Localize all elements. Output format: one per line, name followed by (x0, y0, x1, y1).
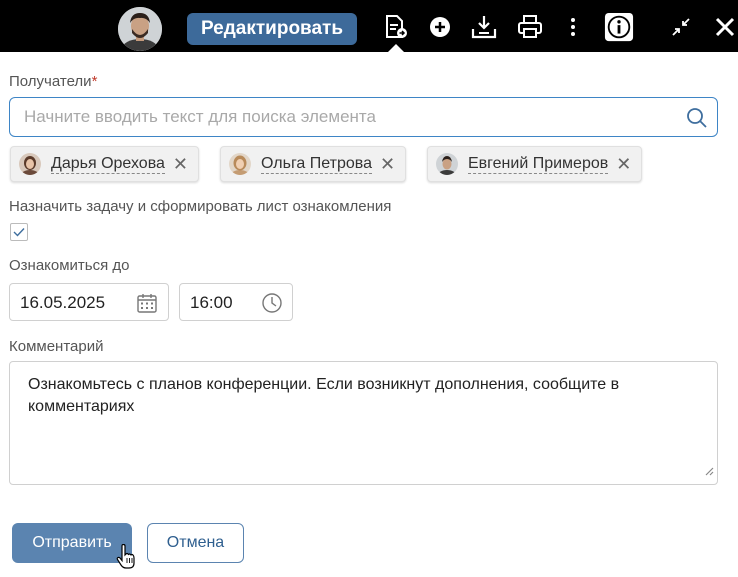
remove-icon[interactable]: ✕ (173, 155, 188, 173)
clock-icon[interactable] (261, 292, 283, 319)
resize-handle-icon[interactable] (704, 463, 714, 481)
chip-name[interactable]: Ольга Петрова (261, 155, 372, 174)
date-field[interactable]: 16.05.2025 (9, 283, 169, 321)
avatar (436, 153, 458, 175)
time-value: 16:00 (190, 293, 233, 312)
chip-name[interactable]: Евгений Примеров (468, 155, 609, 174)
user-avatar[interactable] (118, 7, 162, 51)
avatar (19, 153, 41, 175)
avatar (229, 153, 251, 175)
submit-button[interactable]: Отправить (12, 523, 132, 563)
printer-icon[interactable] (515, 12, 545, 42)
task-checkbox-label: Назначить задачу и сформировать лист озн… (9, 198, 392, 215)
active-caret (388, 44, 404, 52)
search-input[interactable] (24, 98, 664, 136)
edit-button[interactable]: Редактировать (187, 13, 357, 45)
remove-icon[interactable]: ✕ (616, 155, 631, 173)
chip-name[interactable]: Дарья Орехова (51, 155, 165, 174)
cancel-button[interactable]: Отмена (147, 523, 244, 563)
required-mark: * (91, 73, 98, 90)
info-icon[interactable] (604, 12, 634, 42)
plus-circle-icon[interactable] (425, 12, 455, 42)
recipients-label: Получатели* (9, 73, 98, 90)
calendar-icon[interactable] (136, 292, 158, 319)
time-field[interactable]: 16:00 (179, 283, 293, 321)
recipient-chip[interactable]: Дарья Орехова ✕ (10, 146, 199, 182)
comment-textarea[interactable]: Ознакомьтесь с планов конференции. Если … (9, 361, 718, 485)
close-icon[interactable] (710, 12, 738, 42)
kebab-menu-icon[interactable] (558, 12, 588, 42)
comment-label: Комментарий (9, 338, 104, 355)
recipient-chip[interactable]: Ольга Петрова ✕ (220, 146, 407, 182)
comment-text: Ознакомьтесь с планов конференции. Если … (28, 376, 620, 415)
download-tray-icon[interactable] (469, 12, 499, 42)
document-send-icon[interactable] (380, 12, 410, 42)
date-value: 16.05.2025 (20, 293, 106, 312)
deadline-label: Ознакомиться до (9, 257, 130, 274)
remove-icon[interactable]: ✕ (380, 155, 395, 173)
checkmark-icon (13, 228, 25, 237)
recipient-chip[interactable]: Евгений Примеров ✕ (427, 146, 643, 182)
collapse-icon[interactable] (666, 12, 696, 42)
hand-cursor-icon (116, 543, 136, 575)
recipients-search[interactable] (9, 97, 718, 137)
top-toolbar: Редактировать (0, 0, 738, 52)
task-checkbox[interactable] (10, 223, 28, 241)
search-icon[interactable] (685, 106, 709, 135)
